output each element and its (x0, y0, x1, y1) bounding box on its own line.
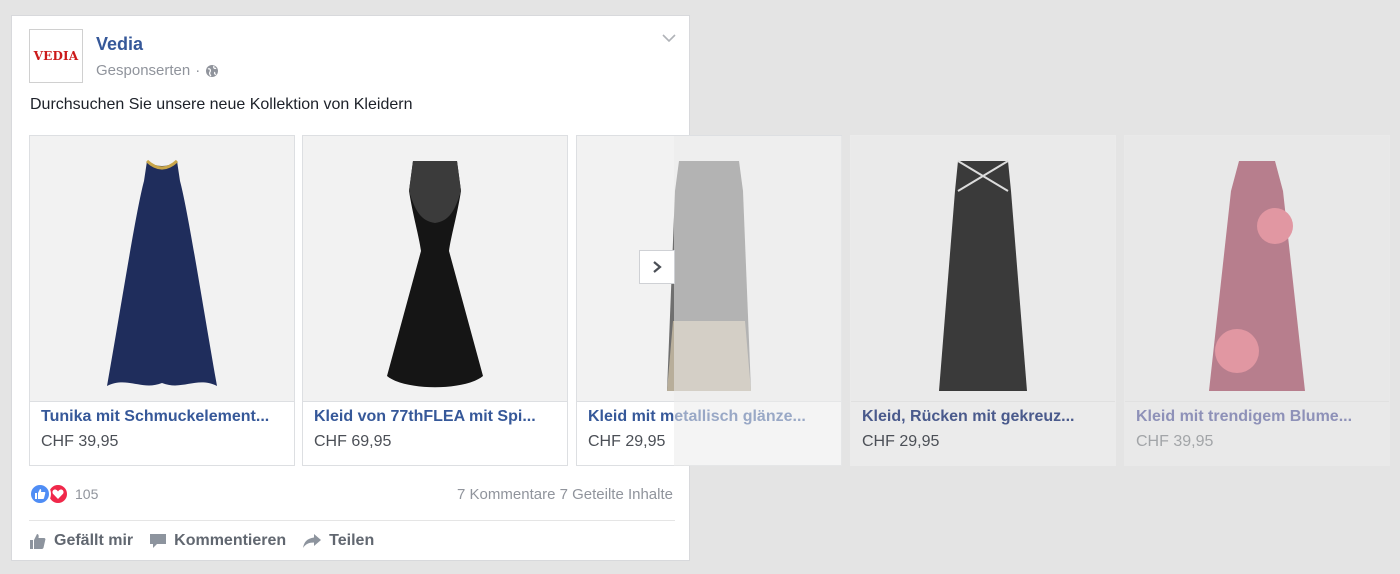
meta-separator: · (195, 62, 201, 79)
product-title[interactable]: Kleid mit trendigem Blume... (1136, 408, 1386, 426)
post-meta: Gesponserten · (96, 62, 219, 79)
product-image[interactable] (30, 136, 294, 402)
product-image[interactable] (1125, 136, 1389, 402)
product-card[interactable]: Kleid von 77thFLEA mit Spi... CHF 69,95 (302, 135, 568, 466)
chevron-right-icon (653, 261, 662, 273)
logo-text: VEDIA (33, 49, 79, 63)
reaction-count: 105 (75, 486, 99, 502)
globe-icon (206, 64, 219, 77)
page-logo[interactable]: VEDIA (29, 29, 83, 83)
dress-image (1209, 161, 1305, 391)
chevron-down-icon[interactable] (661, 31, 677, 45)
product-card[interactable]: Kleid, Rücken mit gekreuz... CHF 29,95 (850, 135, 1116, 466)
comment-button[interactable]: Kommentieren (149, 532, 286, 550)
reaction-summary[interactable]: 105 (29, 483, 98, 505)
dress-image (387, 161, 483, 388)
share-icon (303, 534, 322, 548)
product-price: CHF 69,95 (314, 433, 392, 450)
product-card[interactable]: Kleid mit trendigem Blume... CHF 39,95 (1124, 135, 1390, 466)
thumbs-up-icon (30, 534, 46, 549)
product-title[interactable]: Kleid von 77thFLEA mit Spi... (314, 408, 564, 426)
product-image[interactable] (303, 136, 567, 402)
product-title[interactable]: Tunika mit Schmuckelement... (41, 408, 291, 426)
comment-label: Kommentieren (174, 532, 287, 549)
dress-image (107, 159, 217, 386)
comment-icon (150, 534, 167, 548)
share-label: Teilen (329, 532, 375, 549)
page-name-link[interactable]: Vedia (96, 34, 143, 55)
product-title[interactable]: Kleid, Rücken mit gekreuz... (862, 408, 1112, 426)
product-card[interactable]: Tunika mit Schmuckelement... CHF 39,95 (29, 135, 295, 466)
product-price: CHF 29,95 (588, 433, 666, 450)
like-reaction-icon (29, 483, 51, 505)
product-price: CHF 29,95 (862, 433, 940, 450)
divider (29, 520, 675, 521)
product-price: CHF 39,95 (1136, 433, 1214, 450)
carousel-next-button[interactable] (639, 250, 675, 284)
share-button[interactable]: Teilen (302, 532, 374, 550)
product-price: CHF 39,95 (41, 433, 119, 450)
sponsored-label[interactable]: Gesponserten (96, 62, 190, 79)
dress-image (939, 160, 1027, 391)
post-text: Durchsuchen Sie unsere neue Kollektion v… (30, 96, 413, 113)
product-image[interactable] (851, 136, 1115, 402)
carousel-overflow-shade (674, 136, 842, 466)
comments-shares-count[interactable]: 7 Kommentare 7 Geteilte Inhalte (457, 486, 673, 503)
like-label: Gefällt mir (54, 532, 134, 549)
post-actions: Gefällt mir Kommentieren Teilen (29, 532, 374, 550)
like-button[interactable]: Gefällt mir (29, 532, 133, 550)
